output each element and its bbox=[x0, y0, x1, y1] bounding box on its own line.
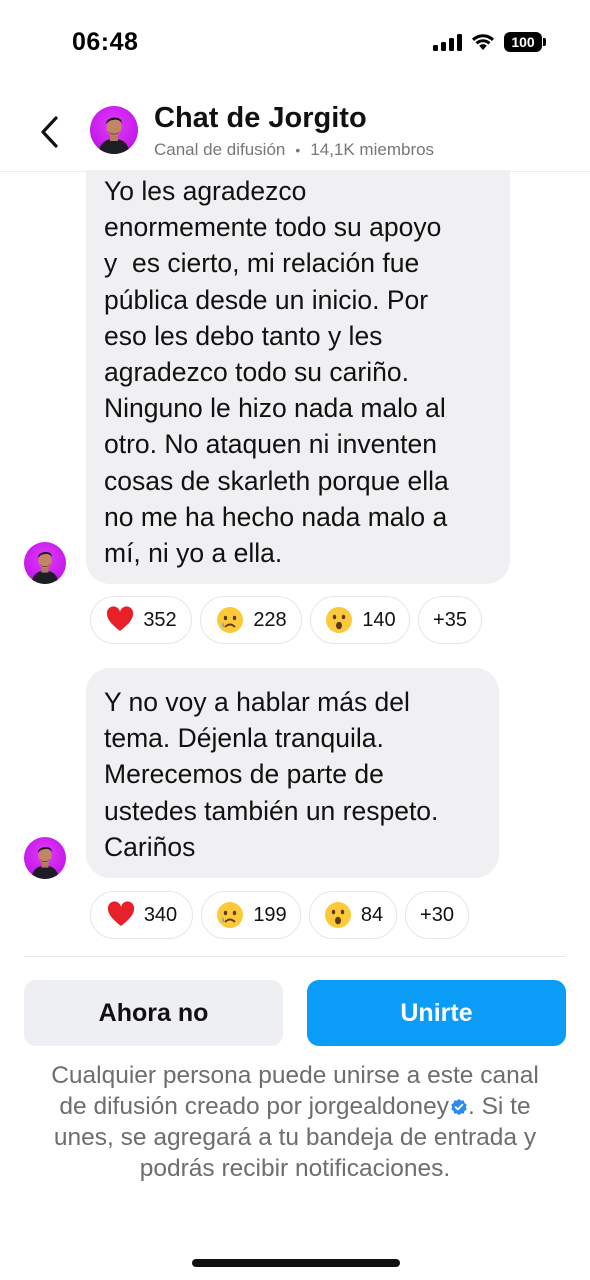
message-line: cosas de skarleth porque ella bbox=[104, 465, 449, 496]
surprised-face-icon bbox=[324, 605, 354, 635]
reaction-count: 199 bbox=[253, 903, 287, 926]
reaction-surprised[interactable]: 140 bbox=[310, 596, 410, 644]
disclaimer-line: podrás recibir notificaciones. bbox=[139, 1155, 451, 1182]
divider bbox=[24, 956, 566, 957]
reaction-crying[interactable]: 199 bbox=[201, 891, 301, 939]
status-icons: 100 bbox=[433, 32, 546, 52]
more-reactions-button[interactable]: +30 bbox=[405, 891, 469, 939]
more-reactions-button[interactable]: +35 bbox=[418, 596, 482, 644]
back-arrow-icon[interactable] bbox=[34, 112, 66, 152]
status-bar: 06:48 100 bbox=[0, 0, 590, 90]
message-line: mí, ni yo a ella. bbox=[104, 538, 283, 569]
reaction-crying[interactable]: 228 bbox=[200, 596, 302, 644]
disclaimer-line: unes, se agregará a tu bandeja de entrad… bbox=[53, 1124, 537, 1151]
reaction-heart[interactable]: 340 bbox=[90, 891, 193, 939]
disclaimer-suffix: . Si te bbox=[467, 1093, 531, 1120]
separator-dot: • bbox=[295, 142, 301, 158]
message-line: eso les debo tanto y les bbox=[104, 320, 383, 351]
channel-avatar[interactable] bbox=[90, 106, 138, 154]
channel-header: Chat de Jorgito Canal de difusión • 14,1… bbox=[0, 92, 590, 172]
reaction-count: 352 bbox=[143, 608, 177, 631]
message-line: Cariños bbox=[104, 831, 196, 862]
reaction-bar: 340 199 84 +30 bbox=[90, 891, 469, 939]
message-line: Merecemos de parte de bbox=[104, 759, 384, 790]
status-time: 06:48 bbox=[72, 28, 139, 56]
home-indicator[interactable] bbox=[192, 1259, 400, 1267]
join-button[interactable]: Unirte bbox=[307, 980, 566, 1046]
battery-icon: 100 bbox=[504, 32, 546, 52]
disclaimer-line: Cualquier persona puede unirse a este ca… bbox=[51, 1062, 539, 1089]
sender-avatar[interactable] bbox=[24, 542, 66, 584]
message-line: ustedes también un respeto. bbox=[104, 795, 439, 826]
message-line: agradezco todo su cariño. bbox=[104, 357, 409, 388]
message-line: pública desde un inicio. Por bbox=[104, 284, 429, 315]
disclaimer-line: de difusión creado por jorgealdoney . Si … bbox=[24, 1091, 566, 1122]
reaction-count: 340 bbox=[143, 903, 178, 926]
channel-subtitle: Canal de difusión • 14,1K miembros bbox=[154, 140, 434, 160]
red-heart-icon bbox=[106, 900, 136, 930]
reaction-count: 84 bbox=[360, 903, 384, 926]
wifi-icon bbox=[472, 34, 494, 50]
join-disclaimer: Cualquier persona puede unirse a este ca… bbox=[24, 1060, 566, 1184]
creator-text: de difusión creado por jorgealdoney bbox=[59, 1093, 449, 1120]
crying-face-icon bbox=[215, 605, 245, 635]
reaction-count: 228 bbox=[253, 608, 287, 631]
channel-title[interactable]: Chat de Jorgito bbox=[154, 102, 367, 135]
reaction-surprised[interactable]: 84 bbox=[309, 891, 397, 939]
person-photo-icon bbox=[31, 552, 59, 584]
message-bubble[interactable]: Yo les agradezco enormemente todo su apo… bbox=[86, 170, 510, 584]
message-line: enormemente todo su apoyo bbox=[104, 212, 442, 243]
verified-badge-icon bbox=[451, 1098, 467, 1116]
message-bubble[interactable]: Y no voy a hablar más del tema. Déjenla … bbox=[86, 668, 499, 878]
message-line: no me ha hecho nada malo a bbox=[104, 501, 448, 532]
cellular-signal-icon bbox=[433, 33, 462, 51]
not-now-button[interactable]: Ahora no bbox=[24, 980, 283, 1046]
channel-type: Canal de difusión bbox=[154, 140, 286, 159]
member-count: 14,1K miembros bbox=[310, 140, 435, 159]
reaction-bar: 352 228 140 +35 bbox=[90, 596, 482, 644]
sender-avatar[interactable] bbox=[24, 837, 66, 879]
message-line: Yo les agradezco bbox=[104, 176, 307, 206]
message-line: Y no voy a hablar más del bbox=[104, 687, 410, 717]
surprised-face-icon bbox=[323, 900, 353, 930]
red-heart-icon bbox=[105, 605, 135, 635]
person-photo-icon bbox=[98, 117, 130, 154]
message-line: otro. No ataquen ni inventen bbox=[104, 429, 437, 460]
message-line: y es cierto, mi relación fue bbox=[104, 248, 420, 279]
message-line: Ninguno le hizo nada malo al bbox=[104, 393, 446, 424]
reaction-heart[interactable]: 352 bbox=[90, 596, 192, 644]
person-photo-icon bbox=[31, 847, 59, 879]
message-line: tema. Déjenla tranquila. bbox=[104, 723, 384, 754]
crying-face-icon bbox=[215, 900, 245, 930]
reaction-count: 140 bbox=[362, 608, 396, 631]
